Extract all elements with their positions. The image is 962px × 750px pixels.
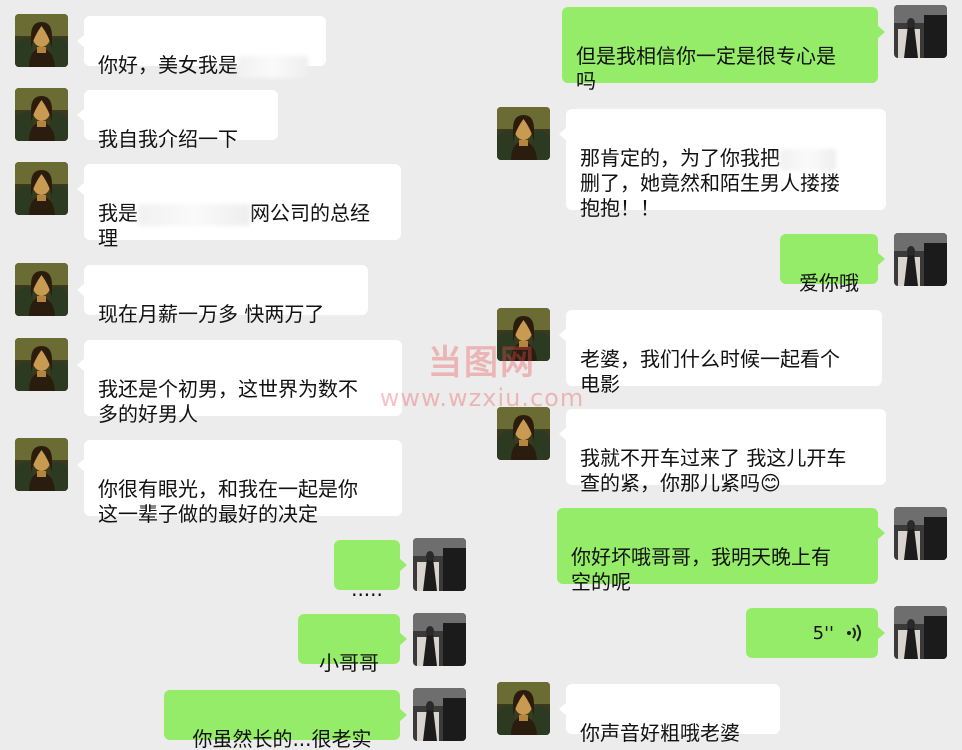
message-bubble[interactable]: 但是我相信你一定是很专心是 吗 [562, 7, 885, 93]
message-text: 现在月薪一万多 快两万了 [98, 302, 325, 326]
message-bubble[interactable]: 那肯定的，为了你我把 删了，她竟然和陌生男人搂搂 抱抱！！ [559, 109, 886, 220]
contact-avatar[interactable] [15, 263, 68, 316]
message-bubble[interactable]: 我自我介绍一下 [77, 90, 278, 151]
message-text: 你声音好粗哦老婆 [580, 721, 740, 745]
avatar-image-icon [15, 263, 68, 316]
my-avatar[interactable] [894, 507, 947, 560]
message-text: 你很有眼光，和我在一起是你 这一辈子做的最好的决定 [98, 477, 358, 526]
message-bubble[interactable]: 爱你哦 [780, 234, 885, 295]
contact-avatar[interactable] [497, 682, 550, 735]
voice-duration: 5'' [812, 622, 834, 644]
message-text: 小哥哥 [319, 651, 379, 675]
avatar-image-icon [894, 5, 947, 58]
my-avatar[interactable] [894, 606, 947, 659]
message-text: 我是 [98, 201, 138, 225]
avatar-image-icon [413, 613, 466, 666]
avatar-image-icon [15, 14, 68, 67]
avatar-image-icon [894, 507, 947, 560]
avatar-image-icon [497, 107, 550, 160]
contact-avatar[interactable] [15, 14, 68, 67]
message-text: 你好坏哦哥哥，我明天晚上有 空的呢 [571, 545, 831, 594]
voice-wave-icon [847, 624, 861, 642]
message-bubble[interactable]: ..... [334, 540, 407, 601]
smiley-emoji-icon: 😊 [760, 471, 781, 495]
my-avatar[interactable] [413, 688, 466, 741]
avatar-image-icon [15, 162, 68, 215]
message-bubble[interactable]: 你好，美女我是 [77, 16, 326, 78]
avatar-image-icon [15, 88, 68, 141]
my-avatar[interactable] [894, 5, 947, 58]
message-text: 我还是个初男，这世界为数不 多的好男人 [98, 377, 358, 426]
watermark-logo: 当图网 [428, 343, 536, 383]
my-avatar[interactable] [894, 233, 947, 286]
my-avatar[interactable] [413, 613, 466, 666]
redacted-text [138, 203, 250, 226]
contact-avatar[interactable] [15, 162, 68, 215]
message-bubble[interactable]: 小哥哥 [298, 614, 407, 675]
message-bubble[interactable]: 你虽然长的...很老实 [164, 690, 407, 750]
message-text: 老婆，我们什么时候一起看个 电影 [580, 347, 840, 396]
message-text: 删了，她竟然和陌生男人搂搂 抱抱！！ [580, 171, 840, 220]
message-bubble[interactable]: 现在月薪一万多 快两万了 [77, 265, 368, 326]
avatar-image-icon [894, 233, 947, 286]
redacted-text [238, 55, 308, 78]
contact-avatar[interactable] [497, 407, 550, 460]
message-bubble[interactable]: 你好坏哦哥哥，我明天晚上有 空的呢 [557, 508, 885, 594]
message-text: 我就不开车过来了 我这儿开车 查的紧，你那儿紧吗 [580, 446, 847, 495]
message-text: 那肯定的，为了你我把 [580, 146, 780, 170]
avatar-image-icon [497, 682, 550, 735]
message-text: 爱你哦 [799, 271, 859, 295]
contact-avatar[interactable] [497, 308, 550, 361]
avatar-image-icon [497, 407, 550, 460]
contact-avatar[interactable] [497, 107, 550, 160]
voice-message-bubble[interactable]: 5'' [746, 608, 885, 658]
avatar-image-icon [15, 438, 68, 491]
message-bubble[interactable]: 你很有眼光，和我在一起是你 这一辈子做的最好的决定 [77, 440, 402, 526]
message-text: 但是我相信你一定是很专心是 吗 [576, 44, 836, 93]
message-bubble[interactable]: 我就不开车过来了 我这儿开车 查的紧，你那儿紧吗😊 [559, 409, 886, 495]
message-text: 你虽然长的...很老实 [192, 727, 372, 750]
redacted-text [780, 148, 836, 171]
message-bubble[interactable]: 老婆，我们什么时候一起看个 电影 [559, 310, 882, 396]
contact-avatar[interactable] [15, 88, 68, 141]
message-text: 我自我介绍一下 [98, 127, 238, 151]
avatar-image-icon [15, 338, 68, 391]
message-bubble[interactable]: 我还是个初男，这世界为数不 多的好男人 [77, 340, 402, 426]
message-bubble[interactable]: 我是 网公司的总经 理 [77, 164, 401, 250]
avatar-image-icon [497, 308, 550, 361]
message-bubble[interactable]: 你声音好粗哦老婆 [559, 684, 780, 745]
contact-avatar[interactable] [15, 438, 68, 491]
message-text: 你好，美女我是 [98, 53, 238, 77]
my-avatar[interactable] [413, 538, 466, 591]
message-text: ..... [351, 577, 383, 601]
avatar-image-icon [894, 606, 947, 659]
watermark: 当图网 www.wzxiu.com [372, 335, 592, 412]
watermark-url: www.wzxiu.com [379, 384, 585, 412]
avatar-image-icon [413, 538, 466, 591]
avatar-image-icon [413, 688, 466, 741]
contact-avatar[interactable] [15, 338, 68, 391]
